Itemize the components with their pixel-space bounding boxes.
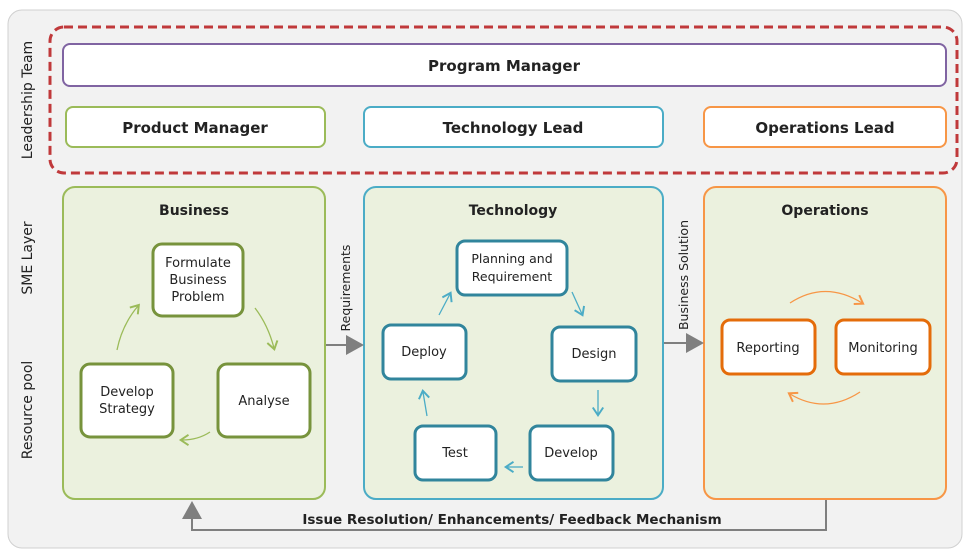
program-manager-box[interactable]: Program Manager: [62, 43, 947, 87]
step-label: Business: [169, 273, 227, 288]
label-leadership-team: Leadership Team: [20, 41, 36, 159]
product-manager-label: Product Manager: [122, 119, 268, 137]
business-title: Business: [159, 203, 229, 219]
analyse-box[interactable]: Analyse: [216, 362, 312, 439]
technology-panel: Technology Planning and Requirement Desi…: [363, 186, 664, 500]
deploy-box[interactable]: Deploy: [381, 323, 468, 381]
business-solution-label: Business Solution: [676, 220, 691, 330]
operations-title: Operations: [781, 203, 868, 219]
formulate-business-problem-box[interactable]: Formulate Business Problem: [151, 242, 245, 318]
develop-strategy-box[interactable]: Develop Strategy: [79, 362, 175, 439]
technology-lead-label: Technology Lead: [443, 119, 584, 137]
program-manager-label: Program Manager: [428, 57, 581, 75]
step-label: Deploy: [401, 345, 447, 360]
develop-box[interactable]: Develop: [528, 424, 615, 482]
step-label: Problem: [171, 290, 224, 305]
reporting-box[interactable]: Reporting: [720, 318, 817, 376]
operations-panel: Operations Reporting Monitoring: [703, 186, 947, 500]
product-manager-box[interactable]: Product Manager: [65, 106, 326, 148]
step-label: Test: [441, 446, 468, 461]
step-label: Design: [572, 347, 617, 362]
label-sme-layer: SME Layer: [20, 221, 36, 295]
planning-requirement-box[interactable]: Planning and Requirement: [455, 239, 569, 297]
org-diagram: Leadership Team SME Layer Resource pool …: [7, 9, 963, 549]
requirements-label: Requirements: [338, 245, 353, 332]
step-label: Strategy: [99, 402, 155, 417]
operations-lead-box[interactable]: Operations Lead: [703, 106, 947, 148]
step-label: Requirement: [472, 269, 552, 284]
step-label: Planning and: [471, 251, 552, 266]
technology-title: Technology: [469, 203, 558, 219]
step-label: Monitoring: [848, 341, 918, 356]
feedback-label: Issue Resolution/ Enhancements/ Feedback…: [302, 512, 721, 528]
test-box[interactable]: Test: [413, 424, 498, 482]
technology-lead-box[interactable]: Technology Lead: [363, 106, 664, 148]
step-label: Develop: [544, 446, 598, 461]
step-label: Develop: [100, 385, 154, 400]
step-label: Analyse: [238, 394, 289, 409]
business-panel: Business Formulate Business Problem Anal…: [62, 186, 326, 500]
design-box[interactable]: Design: [550, 325, 638, 383]
operations-lead-label: Operations Lead: [755, 119, 894, 137]
step-label: Reporting: [736, 341, 799, 356]
label-resource-pool: Resource pool: [20, 361, 36, 460]
monitoring-box[interactable]: Monitoring: [834, 318, 932, 376]
step-label: Formulate: [165, 256, 231, 271]
